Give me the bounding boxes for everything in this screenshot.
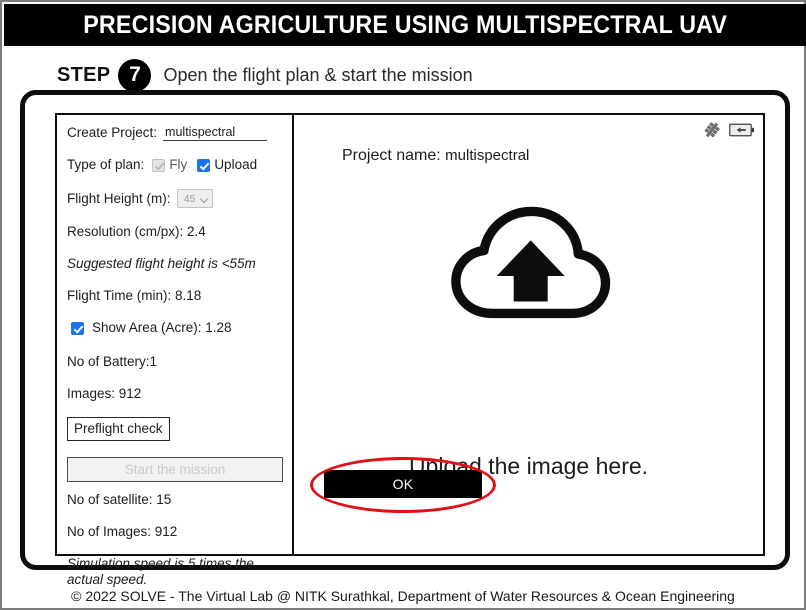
flight-height-select[interactable]: 45	[176, 189, 213, 208]
upload-label: Upload	[214, 157, 258, 172]
create-project-label: Create Project:	[67, 125, 158, 140]
no-of-images-label: No of Images: 912	[67, 524, 178, 539]
no-of-battery-label: No of Battery:1	[67, 354, 158, 369]
step-number-badge: 7	[118, 58, 152, 92]
images-row: Images: 912	[67, 386, 282, 402]
show-area-label: Show Area (Acre): 1.28	[92, 320, 232, 335]
satellite-icon	[704, 122, 720, 138]
flight-height-label: Flight Height (m):	[67, 190, 171, 206]
app-title-bar: PRECISION AGRICULTURE USING MULTISPECTRA…	[4, 4, 806, 46]
status-icons	[701, 119, 755, 141]
show-area-row: Show Area (Acre): 1.28	[67, 320, 282, 336]
battery-icon	[729, 123, 755, 137]
no-of-images-row: No of Images: 912	[67, 524, 282, 540]
type-of-plan-row: Type of plan: Fly Upload	[67, 157, 282, 173]
project-name-input[interactable]	[163, 125, 268, 141]
fly-label: Fly	[169, 157, 188, 172]
project-name-display-label: Project name:	[342, 147, 441, 164]
resolution-label: Resolution (cm/px): 2.4	[67, 224, 206, 239]
flight-time-label: Flight Time (min): 8.18	[67, 288, 202, 303]
simulation-speed-note: Simulation speed is 5 times the actual s…	[67, 556, 254, 587]
no-of-battery-row: No of Battery:1	[67, 354, 282, 370]
step-word: STEP	[57, 63, 111, 86]
cloud-upload-icon	[450, 206, 610, 319]
type-of-plan-label: Type of plan:	[67, 157, 145, 172]
images-label: Images: 912	[67, 386, 142, 401]
show-area-checkbox[interactable]	[71, 321, 84, 335]
footer-text: © 2022 SOLVE - The Virtual Lab @ NITK Su…	[71, 588, 735, 604]
flight-time-row: Flight Time (min): 8.18	[67, 288, 282, 304]
page-root: PRECISION AGRICULTURE USING MULTISPECTRA…	[0, 0, 806, 610]
flight-height-row: Flight Height (m): 45	[67, 189, 282, 208]
cloud-upload-area[interactable]	[294, 201, 763, 329]
step-header: STEP 7 Open the flight plan & start the …	[57, 57, 473, 93]
suggested-height-text: Suggested flight height is <55m	[67, 256, 256, 271]
page-title: PRECISION AGRICULTURE USING MULTISPECTRA…	[83, 10, 727, 39]
suggested-height-note: Suggested flight height is <55m	[67, 256, 282, 272]
project-name-display-value: multispectral	[445, 147, 530, 164]
project-name-display: Project name: multispectral	[342, 147, 529, 165]
ok-button-area: OK	[2, 457, 804, 513]
upload-checkbox[interactable]	[197, 158, 211, 172]
step-description: Open the flight plan & start the mission	[163, 64, 473, 85]
fly-checkbox[interactable]	[152, 158, 166, 172]
ok-button[interactable]: OK	[324, 470, 482, 498]
preflight-check-button[interactable]: Preflight check	[67, 417, 170, 441]
resolution-row: Resolution (cm/px): 2.4	[67, 224, 282, 240]
create-project-row: Create Project:	[67, 125, 282, 141]
